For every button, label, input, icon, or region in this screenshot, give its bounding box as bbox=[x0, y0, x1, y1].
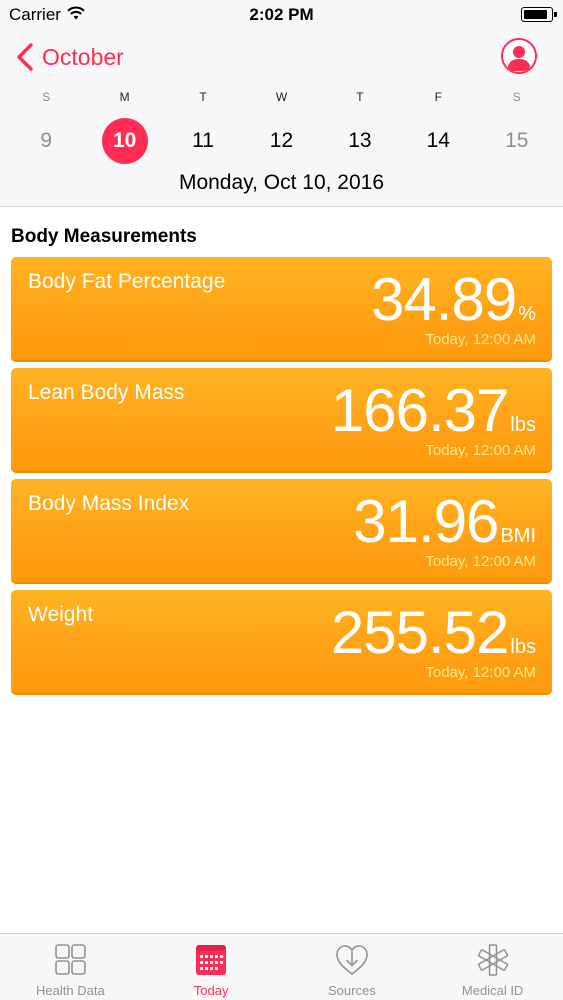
tab-label: Today bbox=[193, 983, 229, 998]
battery-icon bbox=[521, 7, 557, 22]
tab-label: Sources bbox=[328, 983, 376, 998]
date-cell[interactable]: 12 bbox=[242, 118, 320, 164]
weekday-label: W bbox=[275, 90, 288, 104]
grid-icon bbox=[55, 944, 87, 975]
date-cell[interactable]: 10 bbox=[85, 118, 163, 164]
card-time: Today, 12:00 AM bbox=[425, 664, 536, 681]
weekday-label: T bbox=[199, 90, 207, 104]
weekday-label: F bbox=[434, 90, 442, 104]
card-unit: % bbox=[518, 303, 536, 325]
card-time: Today, 12:00 AM bbox=[425, 442, 536, 459]
date-number: 13 bbox=[348, 129, 372, 152]
card-number: 166.37 bbox=[330, 377, 510, 444]
card-time: Today, 12:00 AM bbox=[425, 331, 536, 348]
tab-sources[interactable]: Sources bbox=[282, 934, 423, 1000]
card-value: 31.96 BMI bbox=[353, 487, 536, 556]
card-value: 255.52 lbs bbox=[331, 598, 536, 667]
back-button[interactable]: October bbox=[14, 40, 124, 74]
calendar-icon bbox=[196, 945, 227, 975]
weekday-label: S bbox=[42, 90, 51, 104]
profile-icon bbox=[503, 40, 535, 72]
weekday-row: S M T W T F S bbox=[7, 90, 556, 104]
date-cell[interactable]: 15 bbox=[478, 118, 556, 164]
battery-level bbox=[524, 10, 548, 19]
calendar-header: October S M T W T F S 9 10 11 12 13 14 1… bbox=[0, 30, 563, 207]
selected-date-label: Monday, Oct 10, 2016 bbox=[178, 171, 385, 194]
weekday-label: S bbox=[512, 90, 521, 104]
card-body-mass-index[interactable]: Body Mass Index 31.96 BMI Today, 12:00 AM bbox=[11, 479, 552, 584]
date-cell[interactable]: 13 bbox=[321, 118, 399, 164]
date-number: 14 bbox=[426, 129, 450, 152]
date-number: 15 bbox=[505, 129, 529, 152]
date-number: 12 bbox=[269, 129, 294, 152]
card-title: Lean Body Mass bbox=[28, 381, 185, 404]
date-cell[interactable]: 14 bbox=[399, 118, 477, 164]
card-number: 34.89 bbox=[371, 266, 517, 333]
card-title: Body Fat Percentage bbox=[28, 270, 226, 293]
card-time: Today, 12:00 AM bbox=[425, 553, 536, 570]
date-row: 9 10 11 12 13 14 15 bbox=[7, 118, 556, 164]
card-number: 31.96 bbox=[353, 488, 499, 555]
date-cell[interactable]: 9 bbox=[7, 118, 85, 164]
card-value: 166.37 lbs bbox=[331, 376, 536, 445]
date-number: 10 bbox=[101, 118, 148, 164]
card-value: 34.89% bbox=[371, 265, 536, 334]
tab-health-data[interactable]: Health Data bbox=[0, 934, 141, 1000]
profile-button[interactable] bbox=[501, 38, 537, 74]
card-unit: lbs bbox=[510, 636, 536, 658]
card-unit: BMI bbox=[500, 525, 536, 547]
card-body-fat-percentage[interactable]: Body Fat Percentage 34.89% Today, 12:00 … bbox=[11, 257, 552, 362]
status-bar: Carrier 2:02 PM bbox=[0, 0, 563, 30]
card-weight[interactable]: Weight 255.52 lbs Today, 12:00 AM bbox=[11, 590, 552, 695]
card-lean-body-mass[interactable]: Lean Body Mass 166.37 lbs Today, 12:00 AM bbox=[11, 368, 552, 473]
weekday-label: T bbox=[356, 90, 364, 104]
tab-label: Medical ID bbox=[461, 983, 524, 998]
section-title: Body Measurements bbox=[11, 226, 197, 247]
tab-medical-id[interactable]: Medical ID bbox=[422, 934, 563, 1000]
status-time: 2:02 PM bbox=[249, 5, 314, 24]
card-number: 255.52 bbox=[330, 599, 510, 666]
tab-today[interactable]: Today bbox=[141, 934, 282, 1000]
asterisk-icon bbox=[477, 944, 508, 976]
measurement-list: Body Fat Percentage 34.89% Today, 12:00 … bbox=[11, 257, 552, 701]
card-unit: lbs bbox=[510, 414, 536, 436]
card-title: Weight bbox=[28, 603, 93, 626]
heart-download-icon bbox=[336, 945, 368, 976]
back-month-label: October bbox=[42, 43, 124, 70]
tab-bar: Health Data Today Sources Medical ID bbox=[0, 933, 563, 1000]
tab-label: Health Data bbox=[36, 983, 105, 998]
chevron-left-icon bbox=[17, 43, 33, 71]
date-number: 9 bbox=[40, 129, 53, 152]
date-cell[interactable]: 11 bbox=[164, 118, 242, 164]
date-number: 11 bbox=[192, 129, 214, 152]
weekday-label: M bbox=[119, 90, 130, 104]
card-title: Body Mass Index bbox=[28, 492, 190, 515]
